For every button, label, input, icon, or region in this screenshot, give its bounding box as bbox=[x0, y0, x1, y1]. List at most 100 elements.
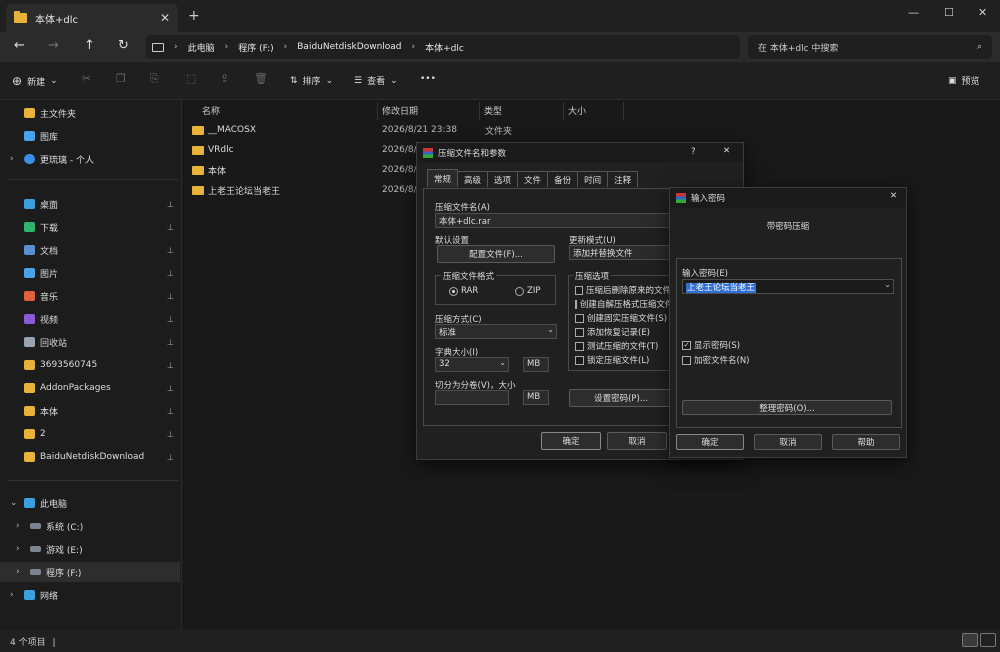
pin-icon[interactable]: ⊥ bbox=[167, 453, 174, 462]
archive-filename-field[interactable]: 本体+dlc.rar bbox=[435, 213, 671, 228]
pin-icon[interactable]: ⊥ bbox=[167, 246, 174, 255]
encrypt-filenames-checkbox[interactable]: 加密文件名(N) bbox=[682, 354, 750, 366]
rar-radio[interactable]: RAR bbox=[449, 286, 478, 296]
file-row[interactable]: __MACOSX bbox=[192, 120, 256, 140]
column-header-date[interactable]: 修改日期 bbox=[378, 102, 480, 120]
pin-icon[interactable]: ⊥ bbox=[167, 338, 174, 347]
sidebar-item-onedrive[interactable]: › 更琉璃 - 个人 bbox=[0, 149, 180, 169]
sidebar-item-pinned[interactable]: 下载 ⊥ bbox=[0, 217, 180, 237]
new-tab-button[interactable]: + bbox=[188, 8, 200, 24]
pin-icon[interactable]: ⊥ bbox=[167, 407, 174, 416]
sidebar-item-pinned[interactable]: 回收站 ⊥ bbox=[0, 332, 180, 352]
file-row[interactable]: 本体 bbox=[192, 160, 226, 180]
compression-option-checkbox[interactable]: 压缩后删除原来的文件 bbox=[575, 284, 671, 296]
sidebar-item-pinned[interactable]: 图片 ⊥ bbox=[0, 263, 180, 283]
crumb-drive-f[interactable]: 程序 (F:) bbox=[238, 41, 273, 54]
preview-button[interactable]: ▣ 预览 bbox=[948, 74, 980, 88]
file-row[interactable]: VRdlc bbox=[192, 140, 234, 160]
split-size-field[interactable] bbox=[435, 390, 509, 405]
chevron-right-icon[interactable]: › bbox=[10, 590, 14, 600]
chevron-right-icon[interactable]: › bbox=[10, 154, 14, 164]
explorer-tab[interactable]: 本体+dlc ✕ bbox=[6, 4, 178, 32]
minimize-button[interactable]: — bbox=[908, 6, 919, 19]
organize-passwords-button[interactable]: 整理密码(O)... bbox=[682, 400, 892, 415]
maximize-button[interactable]: ☐ bbox=[944, 6, 954, 19]
close-icon[interactable]: ✕ bbox=[723, 146, 730, 156]
cut-icon[interactable]: ✂ bbox=[82, 72, 91, 85]
pin-icon[interactable]: ⊥ bbox=[167, 315, 174, 324]
chevron-right-icon[interactable]: › bbox=[16, 567, 20, 577]
pin-icon[interactable]: ⊥ bbox=[167, 200, 174, 209]
refresh-button[interactable]: ↻ bbox=[118, 38, 129, 53]
file-row[interactable]: 上老王论坛当老王 bbox=[192, 180, 280, 200]
sidebar-item-pinned[interactable]: 文档 ⊥ bbox=[0, 240, 180, 260]
tab-backup[interactable]: 备份 bbox=[547, 171, 579, 187]
sidebar-item-pinned[interactable]: 视频 ⊥ bbox=[0, 309, 180, 329]
set-password-button[interactable]: 设置密码(P)... bbox=[569, 389, 673, 407]
tab-files[interactable]: 文件 bbox=[517, 171, 549, 187]
sidebar-item-this-pc[interactable]: ⌄ 此电脑 bbox=[0, 493, 180, 513]
share-icon[interactable]: ⇪ bbox=[220, 72, 229, 85]
back-button[interactable]: ← bbox=[14, 38, 25, 53]
sidebar-item-pinned[interactable]: 2 ⊥ bbox=[0, 424, 180, 444]
sidebar-item-drive-e[interactable]: › 游戏 (E:) bbox=[0, 539, 180, 559]
search-input[interactable]: 在 本体+dlc 中搜索 ⌕ bbox=[748, 35, 992, 59]
tiles-view-icon[interactable] bbox=[980, 633, 996, 647]
tab-options[interactable]: 选项 bbox=[487, 171, 519, 187]
sidebar-item-pinned[interactable]: 本体 ⊥ bbox=[0, 401, 180, 421]
rename-icon[interactable]: ⬚ bbox=[186, 72, 196, 85]
tab-advanced[interactable]: 高级 bbox=[457, 171, 489, 187]
delete-icon[interactable]: 🗑 bbox=[254, 72, 268, 85]
split-unit-select[interactable]: MB bbox=[523, 390, 549, 405]
compression-option-checkbox[interactable]: 创建固实压缩文件(S) bbox=[575, 312, 671, 324]
close-window-button[interactable]: ✕ bbox=[978, 6, 987, 19]
dictionary-unit-select[interactable]: MB bbox=[523, 357, 549, 372]
sort-button[interactable]: ⇅ 排序 ⌄ bbox=[290, 74, 333, 88]
close-icon[interactable]: ✕ bbox=[890, 191, 897, 201]
chevron-down-icon[interactable]: ⌄ bbox=[10, 498, 18, 508]
tab-time[interactable]: 时间 bbox=[577, 171, 609, 187]
paste-icon[interactable]: ⎘ bbox=[150, 72, 159, 86]
help-button[interactable]: 帮助 bbox=[832, 434, 900, 450]
show-password-checkbox[interactable]: ✓ 显示密码(S) bbox=[682, 339, 740, 351]
column-header-name[interactable]: 名称 bbox=[198, 102, 378, 120]
view-button[interactable]: ☰ 查看 ⌄ bbox=[354, 74, 398, 88]
pin-icon[interactable]: ⊥ bbox=[167, 292, 174, 301]
compression-option-checkbox[interactable]: 添加恢复记录(E) bbox=[575, 326, 671, 338]
sidebar-item-gallery[interactable]: 图库 bbox=[0, 126, 180, 146]
config-button[interactable]: 配置文件(F)... bbox=[437, 245, 555, 263]
password-input[interactable]: 上老王论坛当老王 ⌄ bbox=[682, 279, 894, 294]
cancel-button[interactable]: 取消 bbox=[754, 434, 822, 450]
ok-button[interactable]: 确定 bbox=[541, 432, 601, 450]
forward-button[interactable]: → bbox=[48, 38, 59, 53]
sidebar-item-pinned[interactable]: 3693560745 ⊥ bbox=[0, 355, 180, 375]
crumb-current[interactable]: 本体+dlc bbox=[425, 41, 464, 54]
sidebar-item-pinned[interactable]: AddonPackages ⊥ bbox=[0, 378, 180, 398]
dictionary-select[interactable]: 32 ⌄ bbox=[435, 357, 509, 372]
up-button[interactable]: ↑ bbox=[84, 38, 95, 53]
cancel-button[interactable]: 取消 bbox=[607, 432, 667, 450]
compression-option-checkbox[interactable]: 锁定压缩文件(L) bbox=[575, 354, 671, 366]
new-button[interactable]: ⊕ 新建 ⌄ bbox=[12, 74, 58, 88]
compression-option-checkbox[interactable]: 创建自解压格式压缩文件 bbox=[575, 298, 671, 310]
column-header-type[interactable]: 类型 bbox=[480, 102, 564, 120]
sidebar-item-drive-f[interactable]: › 程序 (F:) bbox=[0, 562, 180, 582]
tab-general[interactable]: 常规 bbox=[427, 169, 459, 187]
details-view-icon[interactable] bbox=[962, 633, 978, 647]
pin-icon[interactable]: ⊥ bbox=[167, 430, 174, 439]
compression-option-checkbox[interactable]: 测试压缩的文件(T) bbox=[575, 340, 671, 352]
pin-icon[interactable]: ⊥ bbox=[167, 223, 174, 232]
column-header-size[interactable]: 大小 bbox=[564, 102, 624, 120]
tab-close-icon[interactable]: ✕ bbox=[160, 11, 170, 25]
sidebar-item-pinned[interactable]: 音乐 ⊥ bbox=[0, 286, 180, 306]
ok-button[interactable]: 确定 bbox=[676, 434, 744, 450]
tab-comment[interactable]: 注释 bbox=[607, 171, 639, 187]
crumb-this-pc[interactable]: 此电脑 bbox=[188, 41, 215, 54]
method-select[interactable]: 标准 ⌄ bbox=[435, 324, 557, 339]
sidebar-item-pinned[interactable]: BaiduNetdiskDownload ⊥ bbox=[0, 447, 180, 467]
chevron-right-icon[interactable]: › bbox=[16, 544, 20, 554]
pin-icon[interactable]: ⊥ bbox=[167, 361, 174, 370]
sidebar-item-home[interactable]: 主文件夹 bbox=[0, 103, 180, 123]
copy-icon[interactable]: ❐ bbox=[116, 72, 126, 85]
pin-icon[interactable]: ⊥ bbox=[167, 384, 174, 393]
